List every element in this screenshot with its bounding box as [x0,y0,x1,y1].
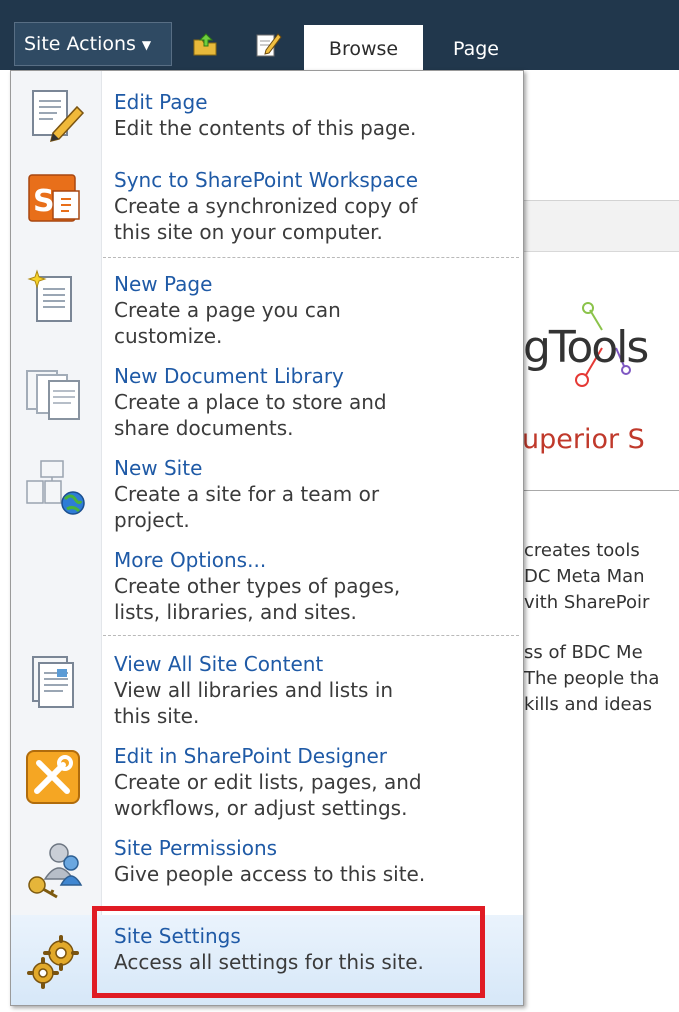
new-page-icon [27,269,72,322]
page-headline: uperior S [522,424,645,455]
menu-item-title: New Document Library [114,364,344,388]
site-content-icon [32,656,74,708]
menu-item-description: View all libraries and lists in [114,678,394,702]
logo-text: gTools [523,322,649,373]
tab-page[interactable]: Page [436,25,516,70]
menu-item-description: Create a site for a team or [114,482,380,506]
menu-item-title: Site Permissions [114,836,278,860]
menu-item-description: this site. [114,704,200,728]
body-text-line: kills and ideas [524,694,653,715]
menu-item-title: More Options... [114,548,267,572]
menu-item-title: Edit Page [114,90,208,114]
menu-item-description: workflows, or adjust settings. [114,796,408,820]
menu-item-sync-sharepoint-workspace[interactable]: S Sync to SharePoint Workspace Create a … [11,167,523,255]
gears-icon [27,935,79,989]
menu-item-title: New Site [114,456,203,480]
menu-item-site-permissions[interactable]: Site Permissions Give people access to t… [11,825,523,913]
menu-item-new-document-library[interactable]: New Document Library Create a place to s… [11,355,523,447]
menu-item-description: Create other types of pages, [114,574,401,598]
menu-item-title: View All Site Content [114,652,324,676]
permissions-icon [28,843,83,899]
site-actions-menu-button[interactable]: Site Actions ▼ [14,22,172,66]
menu-item-new-site[interactable]: New Site Create a site for a team or pro… [11,447,523,539]
sharepoint-designer-icon [26,750,80,804]
document-library-icon [26,370,80,420]
body-text-line: ss of BDC Me [524,642,643,663]
tab-browse[interactable]: Browse [304,25,423,72]
menu-item-title: New Page [114,272,213,296]
menu-separator [103,635,519,636]
menu-item-description: share documents. [114,416,294,440]
menu-item-title: Sync to SharePoint Workspace [114,168,419,192]
body-text-line: creates tools [524,540,640,561]
sharepoint-workspace-icon: S [28,174,80,222]
chevron-down-icon: ▼ [141,37,152,52]
menu-item-title: Edit in SharePoint Designer [114,744,387,768]
menu-item-description: Create a place to store and [114,390,387,414]
body-text-line: The people tha [524,668,660,689]
menu-item-description: Create a synchronized copy of [114,194,418,218]
menu-item-more-options[interactable]: More Options... Create other types of pa… [11,539,523,631]
menu-item-view-all-site-content[interactable]: View All Site Content View all libraries… [11,641,523,733]
menu-item-description: Give people access to this site. [114,862,426,886]
body-text-line: vith SharePoir [524,592,650,613]
annotation-highlight-box [92,906,485,998]
menu-item-new-page[interactable]: New Page Create a page you can customize… [11,263,523,355]
new-site-icon [26,460,85,515]
svg-text:S: S [33,184,55,219]
edit-icon[interactable] [254,30,282,58]
menu-item-description: customize. [114,324,223,348]
menu-separator [103,257,519,258]
ribbon-top-bar: Site Actions ▼ Browse Page [0,0,679,72]
body-text-line: DC Meta Man [524,566,645,587]
menu-item-description: lists, libraries, and sites. [114,600,357,624]
edit-page-icon [32,90,85,143]
navigate-up-icon[interactable] [192,30,220,58]
page-header-band [520,201,679,252]
divider [520,490,679,491]
site-actions-label: Site Actions [24,33,136,55]
menu-item-description: this site on your computer. [114,220,383,244]
menu-item-description: Edit the contents of this page. [114,116,417,140]
menu-item-description: Create a page you can [114,298,341,322]
menu-item-edit-in-sharepoint-designer[interactable]: Edit in SharePoint Designer Create or ed… [11,733,523,825]
menu-item-description: project. [114,508,190,532]
site-actions-dropdown: Edit Page Edit the contents of this page… [10,70,524,1006]
menu-item-description: Create or edit lists, pages, and [114,770,422,794]
menu-item-edit-page[interactable]: Edit Page Edit the contents of this page… [11,79,523,167]
